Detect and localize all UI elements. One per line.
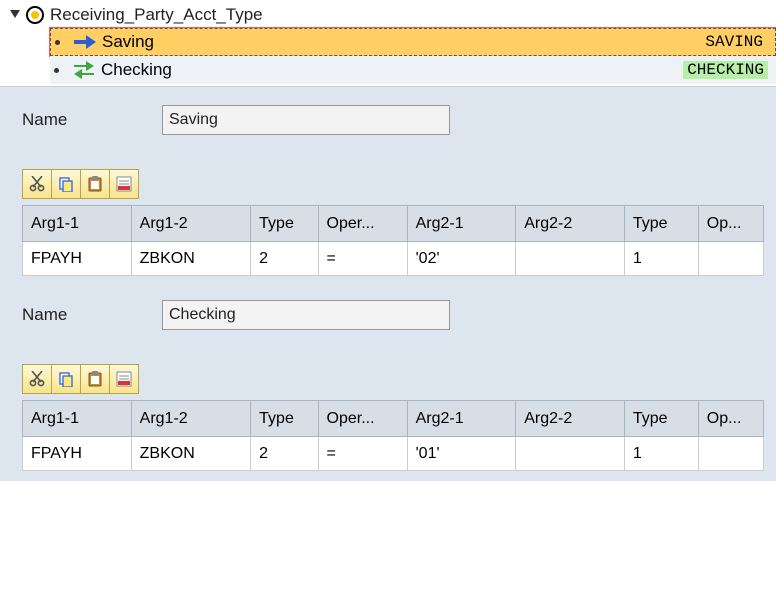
col-arg1-1[interactable]: Arg1-1 bbox=[23, 206, 132, 242]
col-type2[interactable]: Type bbox=[624, 401, 698, 437]
cut-button[interactable] bbox=[22, 364, 52, 394]
cell-arg2-2[interactable] bbox=[516, 437, 625, 471]
cell-type1[interactable]: 2 bbox=[251, 242, 318, 276]
paste-button[interactable] bbox=[80, 169, 110, 199]
cut-button[interactable] bbox=[22, 169, 52, 199]
name-label: Name bbox=[22, 305, 162, 325]
radio-checked-icon bbox=[26, 6, 44, 24]
col-type1[interactable]: Type bbox=[251, 401, 318, 437]
cell-arg1-1[interactable]: FPAYH bbox=[23, 437, 132, 471]
col-arg2-1[interactable]: Arg2-1 bbox=[407, 401, 516, 437]
cell-op2[interactable] bbox=[698, 242, 763, 276]
name-field-row: Name bbox=[22, 300, 764, 330]
cell-arg2-1[interactable]: '02' bbox=[407, 242, 516, 276]
name-field-row: Name bbox=[22, 105, 764, 135]
table-row[interactable]: FPAYH ZBKON 2 = '01' 1 bbox=[23, 437, 764, 471]
name-input[interactable] bbox=[162, 300, 450, 330]
tree-child-label: Saving bbox=[102, 32, 701, 52]
table-toolbar bbox=[22, 169, 764, 199]
col-oper[interactable]: Oper... bbox=[318, 401, 407, 437]
cell-arg2-1[interactable]: '01' bbox=[407, 437, 516, 471]
paste-button[interactable] bbox=[80, 364, 110, 394]
col-op2[interactable]: Op... bbox=[698, 206, 763, 242]
table-toolbar bbox=[22, 364, 764, 394]
arrows-swap-icon bbox=[73, 61, 95, 79]
delete-row-button[interactable] bbox=[109, 364, 139, 394]
col-arg2-2[interactable]: Arg2-2 bbox=[516, 206, 625, 242]
col-arg2-1[interactable]: Arg2-1 bbox=[407, 206, 516, 242]
table-header-row: Arg1-1 Arg1-2 Type Oper... Arg2-1 Arg2-2… bbox=[23, 401, 764, 437]
cell-arg1-2[interactable]: ZBKON bbox=[131, 437, 251, 471]
tree-child-saving[interactable]: Saving SAVING bbox=[50, 28, 776, 56]
col-type1[interactable]: Type bbox=[251, 206, 318, 242]
col-arg1-2[interactable]: Arg1-2 bbox=[131, 206, 251, 242]
col-op2[interactable]: Op... bbox=[698, 401, 763, 437]
tree-view: Receiving_Party_Acct_Type Saving SAVING … bbox=[0, 0, 776, 86]
cell-type1[interactable]: 2 bbox=[251, 437, 318, 471]
tree-child-code: SAVING bbox=[701, 33, 767, 51]
col-arg2-2[interactable]: Arg2-2 bbox=[516, 401, 625, 437]
delete-row-button[interactable] bbox=[109, 169, 139, 199]
arrow-right-icon bbox=[74, 33, 96, 51]
bullet-icon bbox=[54, 68, 59, 73]
col-oper[interactable]: Oper... bbox=[318, 206, 407, 242]
tree-collapse-icon[interactable] bbox=[8, 8, 22, 22]
cell-arg1-1[interactable]: FPAYH bbox=[23, 242, 132, 276]
cell-oper[interactable]: = bbox=[318, 437, 407, 471]
tree-parent-row[interactable]: Receiving_Party_Acct_Type bbox=[0, 2, 776, 28]
copy-button[interactable] bbox=[51, 169, 81, 199]
col-arg1-2[interactable]: Arg1-2 bbox=[131, 401, 251, 437]
copy-button[interactable] bbox=[51, 364, 81, 394]
cell-type2[interactable]: 1 bbox=[624, 437, 698, 471]
cell-arg2-2[interactable] bbox=[516, 242, 625, 276]
tree-parent-label: Receiving_Party_Acct_Type bbox=[50, 5, 263, 25]
conditions-table: Arg1-1 Arg1-2 Type Oper... Arg2-1 Arg2-2… bbox=[22, 205, 764, 276]
conditions-table: Arg1-1 Arg1-2 Type Oper... Arg2-1 Arg2-2… bbox=[22, 400, 764, 471]
details-panel: Name Arg1-1 Arg1-2 Type Oper... Arg2-1 A… bbox=[0, 86, 776, 481]
cell-arg1-2[interactable]: ZBKON bbox=[131, 242, 251, 276]
table-row[interactable]: FPAYH ZBKON 2 = '02' 1 bbox=[23, 242, 764, 276]
col-type2[interactable]: Type bbox=[624, 206, 698, 242]
tree-child-label: Checking bbox=[101, 60, 683, 80]
name-label: Name bbox=[22, 110, 162, 130]
name-input[interactable] bbox=[162, 105, 450, 135]
cell-oper[interactable]: = bbox=[318, 242, 407, 276]
col-arg1-1[interactable]: Arg1-1 bbox=[23, 401, 132, 437]
cell-type2[interactable]: 1 bbox=[624, 242, 698, 276]
table-header-row: Arg1-1 Arg1-2 Type Oper... Arg2-1 Arg2-2… bbox=[23, 206, 764, 242]
tree-child-code: CHECKING bbox=[683, 61, 768, 79]
cell-op2[interactable] bbox=[698, 437, 763, 471]
tree-child-checking[interactable]: Checking CHECKING bbox=[50, 56, 776, 84]
bullet-icon bbox=[55, 40, 60, 45]
